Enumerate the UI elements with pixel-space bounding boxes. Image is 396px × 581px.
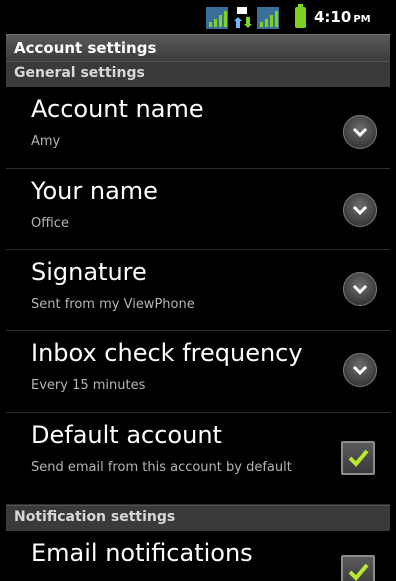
setting-title: Email notifications — [31, 539, 253, 567]
clock-time: 4:10 — [314, 8, 352, 26]
setting-title: Inbox check frequency — [31, 339, 303, 367]
setting-summary: Sent from my ViewPhone — [31, 297, 195, 312]
battery-icon — [295, 4, 306, 28]
setting-summary: Amy — [31, 134, 61, 149]
setting-email-notifications[interactable]: Email notifications — [6, 531, 390, 581]
setting-title: Your name — [31, 177, 158, 205]
default-account-checkbox[interactable] — [341, 441, 375, 475]
email-notifications-checkbox[interactable] — [341, 555, 375, 581]
setting-account-name[interactable]: Account name Amy — [6, 87, 390, 169]
data-transfer-icon — [234, 7, 252, 28]
setting-inbox-check-frequency[interactable]: Inbox check frequency Every 15 minutes — [6, 331, 390, 413]
status-bar: 4:10 PM — [6, 0, 390, 34]
screen: 4:10 PM Account settings General settings… — [6, 0, 390, 581]
section-header-label: Notification settings — [14, 509, 176, 525]
checkmark-icon — [348, 449, 369, 467]
signal-bars-icon — [257, 7, 279, 29]
chevron-down-icon[interactable] — [343, 115, 377, 149]
checkmark-icon — [348, 563, 369, 581]
page-title: Account settings — [14, 39, 157, 57]
chevron-down-icon[interactable] — [343, 353, 377, 387]
chevron-down-icon[interactable] — [343, 193, 377, 227]
section-header-general: General settings — [6, 61, 390, 87]
setting-summary: Office — [31, 216, 69, 231]
title-bar: Account settings — [6, 34, 390, 61]
setting-your-name[interactable]: Your name Office — [6, 169, 390, 250]
chevron-down-icon[interactable] — [343, 272, 377, 306]
status-clock: 4:10 PM — [314, 8, 371, 26]
setting-title: Account name — [31, 95, 204, 123]
setting-signature[interactable]: Signature Sent from my ViewPhone — [6, 250, 390, 331]
setting-title: Default account — [31, 421, 222, 449]
section-header-notification: Notification settings — [6, 505, 390, 531]
section-header-label: General settings — [14, 65, 145, 81]
signal-bars-icon — [206, 7, 228, 29]
setting-summary: Send email from this account by default — [31, 460, 292, 475]
setting-summary: Every 15 minutes — [31, 378, 146, 393]
setting-title: Signature — [31, 258, 147, 286]
clock-ampm: PM — [353, 14, 371, 25]
setting-default-account[interactable]: Default account Send email from this acc… — [6, 413, 390, 505]
